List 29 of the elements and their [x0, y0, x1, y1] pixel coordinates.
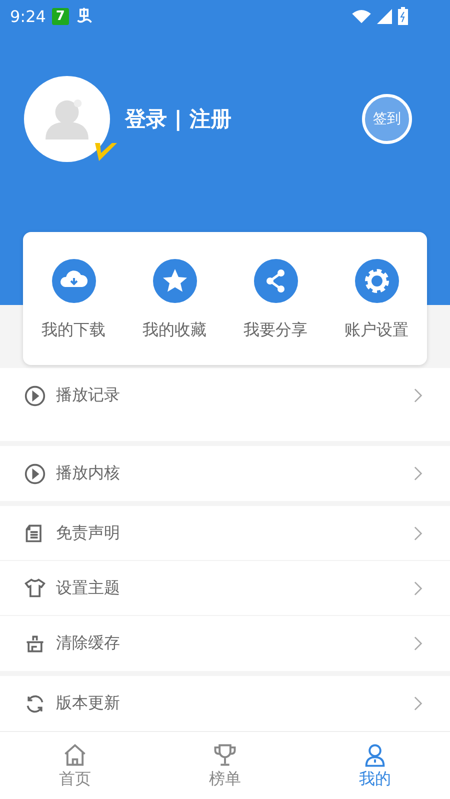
download-icon	[52, 259, 96, 303]
notification-badge: 7	[52, 8, 69, 24]
shortcut-button[interactable]: 账户设置	[326, 232, 427, 365]
share-icon	[254, 259, 298, 303]
chevron-right-icon	[414, 466, 423, 481]
chevron-right-icon	[414, 636, 423, 651]
nav-tab[interactable]: 榜单	[150, 732, 300, 799]
shortcut-button[interactable]: 我的收藏	[124, 232, 225, 365]
play-icon	[24, 384, 46, 406]
vip-icon	[95, 141, 117, 161]
shortcut-button[interactable]: 我要分享	[225, 232, 326, 365]
wifi-icon	[352, 8, 371, 24]
battery-icon	[398, 7, 408, 25]
nav-tab[interactable]: 首页	[0, 732, 150, 799]
chevron-right-icon	[414, 696, 423, 711]
chevron-right-icon	[414, 526, 423, 540]
play-icon	[24, 462, 46, 484]
chevron-right-icon	[414, 580, 423, 596]
signal-icon	[377, 8, 392, 24]
shirt-icon	[24, 577, 46, 599]
status-time: 9:24	[10, 6, 46, 26]
chevron-right-icon	[414, 388, 423, 403]
refresh-icon	[24, 692, 46, 714]
gear-icon	[354, 259, 398, 303]
app-notification-icon	[74, 7, 93, 25]
login-register-link[interactable]: 登录 | 注册	[125, 105, 232, 133]
nav-tab[interactable]: 我的	[300, 732, 450, 799]
avatar[interactable]	[23, 75, 111, 163]
shortcut-button[interactable]: 我的下载	[23, 232, 124, 365]
